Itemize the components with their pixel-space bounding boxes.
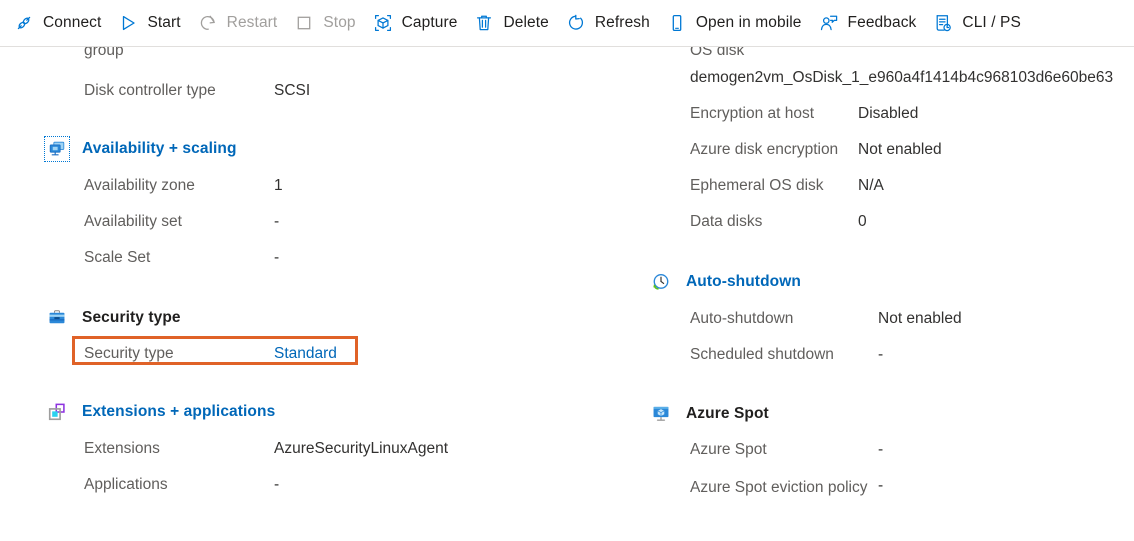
open-in-mobile-button-label: Open in mobile: [696, 14, 802, 32]
feedback-button-label: Feedback: [848, 14, 917, 32]
property-value: 1: [274, 175, 283, 196]
property-row-availability-zone: Availability zone 1: [84, 175, 283, 196]
start-button[interactable]: Start: [112, 6, 189, 40]
stop-square-icon: [294, 13, 314, 33]
property-row-disk-controller-type: Disk controller type SCSI: [84, 80, 310, 101]
property-label: Azure disk encryption: [690, 139, 858, 160]
capture-button-label: Capture: [402, 14, 458, 32]
clipped-group-label: group: [84, 47, 124, 60]
delete-button-label: Delete: [503, 14, 548, 32]
property-label: Availability set: [84, 211, 274, 232]
property-label: Availability zone: [84, 175, 274, 196]
section-title: Azure Spot: [686, 405, 769, 423]
cli-ps-button-label: CLI / PS: [962, 14, 1021, 32]
os-disk-value: demogen2vm_OsDisk_1_e960a4f1414b4c968103…: [690, 67, 1134, 88]
refresh-button-label: Refresh: [595, 14, 650, 32]
right-properties-column: OS disk demogen2vm_OsDisk_1_e960a4f1414b…: [640, 47, 1134, 541]
section-header-availability-scaling[interactable]: Availability + scaling: [44, 136, 237, 162]
property-row-azure-disk-encryption: Azure disk encryption Not enabled: [690, 139, 942, 160]
extensions-squares-icon: [44, 399, 70, 425]
restart-arrow-icon: [198, 13, 218, 33]
property-row-extensions: Extensions AzureSecurityLinuxAgent: [84, 438, 448, 459]
availability-monitor-icon: [44, 136, 70, 162]
property-value: Not enabled: [878, 308, 962, 329]
connect-button-label: Connect: [43, 14, 101, 32]
property-row-ephemeral-os-disk: Ephemeral OS disk N/A: [690, 175, 884, 196]
capture-button[interactable]: Capture: [367, 6, 467, 40]
property-value-link[interactable]: Standard: [274, 343, 337, 364]
property-label: Scale Set: [84, 247, 274, 268]
property-label: Security type: [84, 343, 274, 364]
restart-button: Restart: [192, 6, 287, 40]
clipped-os-disk-label: OS disk: [690, 47, 744, 60]
property-label: Ephemeral OS disk: [690, 175, 858, 196]
start-button-label: Start: [147, 14, 180, 32]
section-header-azure-spot: Azure Spot: [648, 401, 769, 427]
stop-button: Stop: [288, 6, 364, 40]
property-label: Applications: [84, 474, 274, 495]
property-row-scheduled-shutdown: Scheduled shutdown -: [690, 344, 883, 365]
vm-overview-properties: group Disk controller type SCSI Availabi…: [0, 47, 1134, 541]
mobile-phone-icon: [667, 13, 687, 33]
property-label: Extensions: [84, 438, 274, 459]
property-value: SCSI: [274, 80, 310, 101]
open-in-mobile-button[interactable]: Open in mobile: [661, 6, 811, 40]
property-row-azure-spot-eviction-policy: Azure Spot eviction policy -: [690, 475, 883, 501]
delete-button[interactable]: Delete: [468, 6, 557, 40]
property-label: Scheduled shutdown: [690, 344, 878, 365]
section-header-auto-shutdown[interactable]: Auto-shutdown: [648, 269, 801, 295]
feedback-button[interactable]: Feedback: [813, 6, 926, 40]
left-properties-column: group Disk controller type SCSI Availabi…: [40, 47, 650, 541]
section-title[interactable]: Availability + scaling: [82, 140, 237, 158]
property-value: 0: [858, 211, 867, 232]
property-label: Azure Spot eviction policy: [690, 475, 878, 501]
property-row-data-disks: Data disks 0: [690, 211, 867, 232]
refresh-circle-icon: [566, 13, 586, 33]
property-value: -: [878, 439, 883, 460]
trash-icon: [474, 13, 494, 33]
property-row-security-type: Security type Standard: [84, 343, 337, 364]
property-row-scale-set: Scale Set -: [84, 247, 279, 268]
property-value: -: [274, 247, 279, 268]
connect-button[interactable]: Connect: [8, 6, 110, 40]
clock-refresh-icon: [648, 269, 674, 295]
command-bar: Connect Start Restart Stop: [0, 0, 1134, 46]
property-label: Data disks: [690, 211, 858, 232]
section-title[interactable]: Auto-shutdown: [686, 273, 801, 291]
play-triangle-icon: [118, 13, 138, 33]
property-value: -: [878, 344, 883, 365]
property-row-availability-set: Availability set -: [84, 211, 279, 232]
feedback-person-icon: [819, 13, 839, 33]
restart-button-label: Restart: [227, 14, 278, 32]
property-row-encryption-at-host: Encryption at host Disabled: [690, 103, 918, 124]
property-label: Auto-shutdown: [690, 308, 878, 329]
section-header-security-type: Security type: [44, 305, 181, 331]
property-label: Disk controller type: [84, 80, 274, 101]
section-title: Security type: [82, 309, 181, 327]
connect-plug-icon: [14, 13, 34, 33]
property-row-applications: Applications -: [84, 474, 279, 495]
property-value: -: [274, 474, 279, 495]
cli-console-icon: [933, 13, 953, 33]
property-value: Not enabled: [858, 139, 942, 160]
cli-ps-button[interactable]: CLI / PS: [927, 6, 1030, 40]
property-value: Disabled: [858, 103, 918, 124]
azure-spot-monitor-icon: [648, 401, 674, 427]
property-label: Azure Spot: [690, 439, 878, 460]
security-toolbox-icon: [44, 305, 70, 331]
stop-button-label: Stop: [323, 14, 355, 32]
refresh-button[interactable]: Refresh: [560, 6, 659, 40]
property-label: Encryption at host: [690, 103, 858, 124]
property-row-auto-shutdown: Auto-shutdown Not enabled: [690, 308, 962, 329]
section-title[interactable]: Extensions + applications: [82, 403, 275, 421]
property-value: N/A: [858, 175, 884, 196]
section-header-extensions-applications[interactable]: Extensions + applications: [44, 399, 275, 425]
capture-cube-icon: [373, 13, 393, 33]
property-value: -: [878, 475, 883, 496]
property-value: AzureSecurityLinuxAgent: [274, 438, 448, 459]
property-value: -: [274, 211, 279, 232]
property-row-azure-spot: Azure Spot -: [690, 439, 883, 460]
